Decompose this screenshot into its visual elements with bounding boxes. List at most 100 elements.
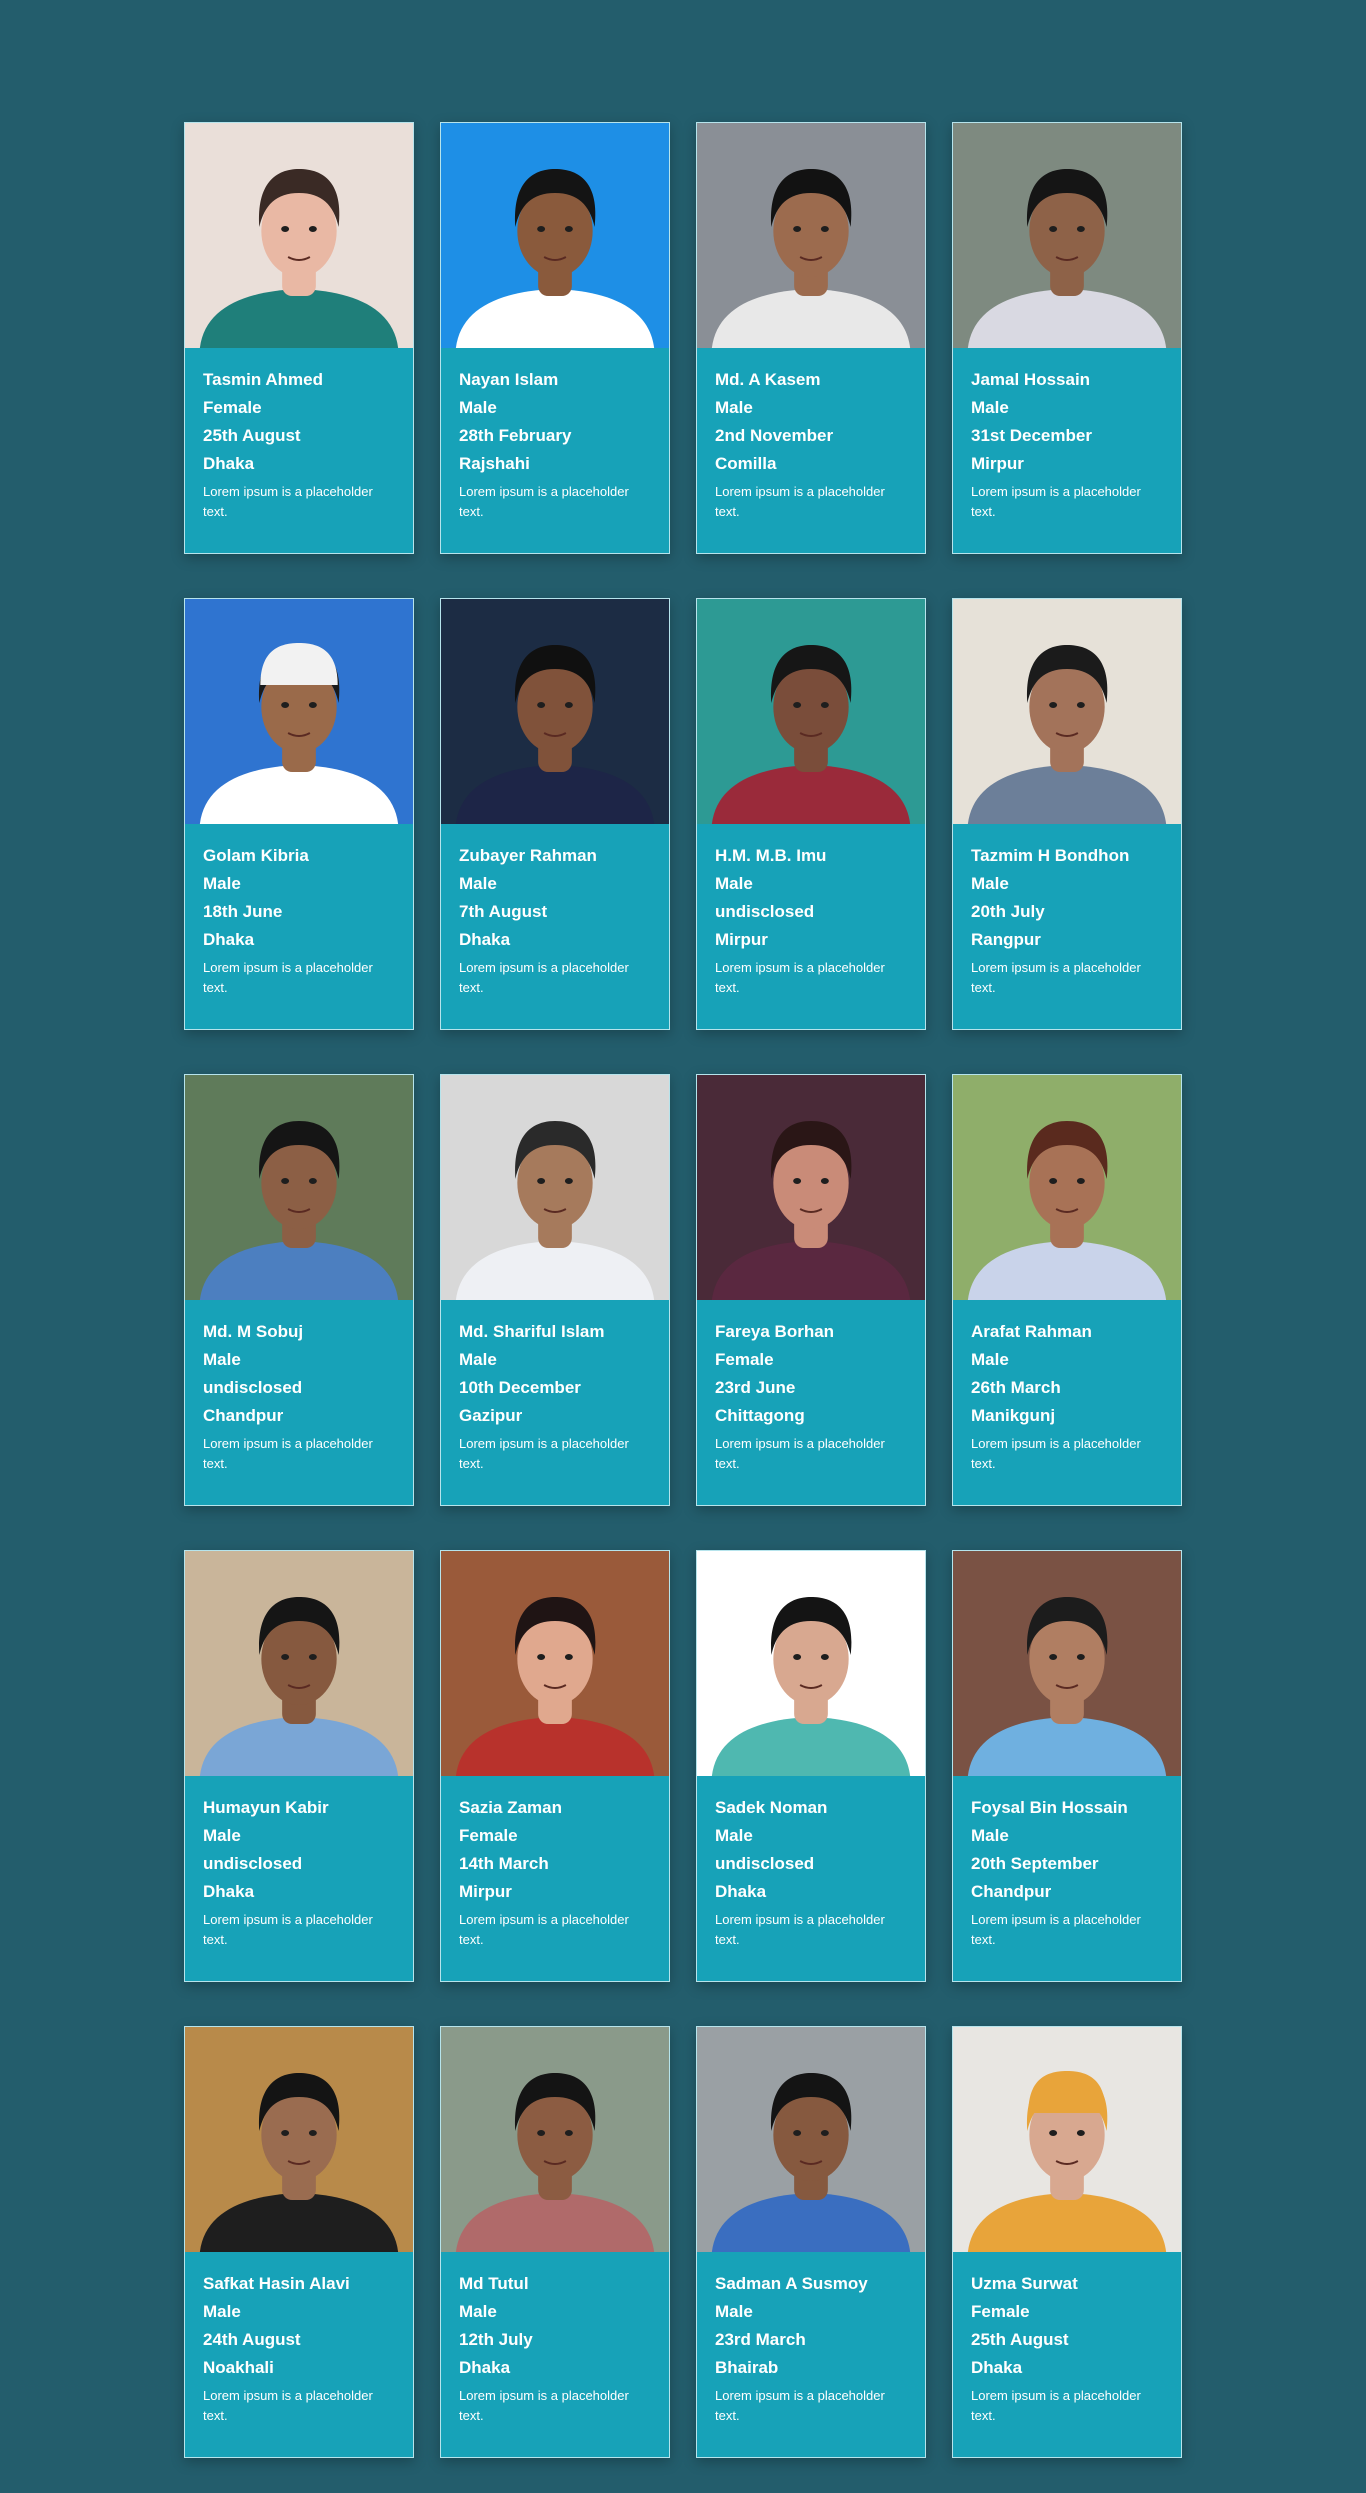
profile-name: Tasmin Ahmed bbox=[203, 370, 323, 389]
profile-photo bbox=[441, 1075, 669, 1300]
profile-gender: Male bbox=[715, 398, 753, 417]
profile-gender: Male bbox=[459, 398, 497, 417]
profile-photo bbox=[441, 123, 669, 348]
profile-gender: Male bbox=[459, 874, 497, 893]
profile-name: Tazmim H Bondhon bbox=[971, 846, 1130, 865]
profile-card[interactable]: Fareya Borhan Female 23rd June Chittagon… bbox=[696, 1074, 926, 1506]
profile-card[interactable]: Nayan Islam Male 28th February Rajshahi … bbox=[440, 122, 670, 554]
profile-birthday: 12th July bbox=[459, 2330, 533, 2349]
profile-photo bbox=[697, 123, 925, 348]
profile-card[interactable]: Jamal Hossain Male 31st December Mirpur … bbox=[952, 122, 1182, 554]
profile-card[interactable]: Uzma Surwat Female 25th August Dhaka Lor… bbox=[952, 2026, 1182, 2458]
profile-card[interactable]: Sazia Zaman Female 14th March Mirpur Lor… bbox=[440, 1550, 670, 1982]
profile-birthday: undisclosed bbox=[715, 902, 815, 921]
profile-name: Md. M Sobuj bbox=[203, 1322, 304, 1341]
profile-birthday: 28th February bbox=[459, 426, 572, 445]
profile-name: Md Tutul bbox=[459, 2274, 529, 2293]
profile-birthday: undisclosed bbox=[203, 1854, 303, 1873]
profile-city: Comilla bbox=[715, 454, 777, 473]
profile-gender: Male bbox=[971, 398, 1009, 417]
profile-city: Dhaka bbox=[203, 1882, 255, 1901]
profile-description: Lorem ipsum is a placeholder text. bbox=[971, 2388, 1141, 2423]
profile-gender: Male bbox=[971, 874, 1009, 893]
profile-name: Nayan Islam bbox=[459, 370, 559, 389]
profile-gender: Male bbox=[459, 2302, 497, 2321]
profile-card[interactable]: Tasmin Ahmed Female 25th August Dhaka Lo… bbox=[184, 122, 414, 554]
profile-card[interactable]: Tazmim H Bondhon Male 20th July Rangpur … bbox=[952, 598, 1182, 1030]
profile-name: Jamal Hossain bbox=[971, 370, 1091, 389]
profile-name: Zubayer Rahman bbox=[459, 846, 597, 865]
profile-name: Foysal Bin Hossain bbox=[971, 1798, 1128, 1817]
profile-photo bbox=[441, 2027, 669, 2252]
profile-photo bbox=[185, 123, 413, 348]
profile-birthday: 7th August bbox=[459, 902, 548, 921]
profile-city: Bhairab bbox=[715, 2358, 779, 2377]
profile-name: H.M. M.B. Imu bbox=[715, 846, 827, 865]
profile-name: Sazia Zaman bbox=[459, 1798, 562, 1817]
profile-photo bbox=[697, 2027, 925, 2252]
profile-card[interactable]: Sadek Noman Male undisclosed Dhaka Lorem… bbox=[696, 1550, 926, 1982]
profile-city: Dhaka bbox=[459, 2358, 511, 2377]
profile-card[interactable]: Md. Shariful Islam Male 10th December Ga… bbox=[440, 1074, 670, 1506]
profile-card[interactable]: Md. M Sobuj Male undisclosed Chandpur Lo… bbox=[184, 1074, 414, 1506]
profile-city: Dhaka bbox=[459, 930, 511, 949]
profile-city: Rangpur bbox=[971, 930, 1041, 949]
profile-photo bbox=[953, 599, 1181, 824]
profile-birthday: 24th August bbox=[203, 2330, 301, 2349]
profile-city: Chandpur bbox=[971, 1882, 1052, 1901]
profile-city: Dhaka bbox=[203, 930, 255, 949]
profile-description: Lorem ipsum is a placeholder text. bbox=[459, 1436, 629, 1471]
profile-card[interactable]: Md. A Kasem Male 2nd November Comilla Lo… bbox=[696, 122, 926, 554]
profile-birthday: 10th December bbox=[459, 1378, 581, 1397]
profile-description: Lorem ipsum is a placeholder text. bbox=[715, 1436, 885, 1471]
profile-description: Lorem ipsum is a placeholder text. bbox=[971, 484, 1141, 519]
profile-card[interactable]: Arafat Rahman Male 26th March Manikgunj … bbox=[952, 1074, 1182, 1506]
profile-birthday: 18th June bbox=[203, 902, 283, 921]
profile-city: Chandpur bbox=[203, 1406, 284, 1425]
profile-birthday: 25th August bbox=[971, 2330, 1069, 2349]
profile-card-grid: Tasmin Ahmed Female 25th August Dhaka Lo… bbox=[184, 122, 1182, 2458]
profile-city: Chittagong bbox=[715, 1406, 805, 1425]
profile-birthday: undisclosed bbox=[715, 1854, 815, 1873]
profile-city: Mirpur bbox=[715, 930, 768, 949]
profile-gender: Female bbox=[203, 398, 262, 417]
profile-gender: Male bbox=[203, 1350, 241, 1369]
profile-gender: Male bbox=[715, 2302, 753, 2321]
profile-card[interactable]: Zubayer Rahman Male 7th August Dhaka Lor… bbox=[440, 598, 670, 1030]
profile-gender: Male bbox=[715, 1826, 753, 1845]
profile-gender: Male bbox=[203, 2302, 241, 2321]
profile-description: Lorem ipsum is a placeholder text. bbox=[459, 1912, 629, 1947]
profile-gender: Female bbox=[459, 1826, 518, 1845]
profile-birthday: 20th July bbox=[971, 902, 1045, 921]
profile-card[interactable]: Humayun Kabir Male undisclosed Dhaka Lor… bbox=[184, 1550, 414, 1982]
profile-description: Lorem ipsum is a placeholder text. bbox=[971, 960, 1141, 995]
profile-birthday: 20th September bbox=[971, 1854, 1099, 1873]
profile-description: Lorem ipsum is a placeholder text. bbox=[715, 2388, 885, 2423]
profile-card[interactable]: Safkat Hasin Alavi Male 24th August Noak… bbox=[184, 2026, 414, 2458]
profile-name: Arafat Rahman bbox=[971, 1322, 1092, 1341]
profile-card[interactable]: Sadman A Susmoy Male 23rd March Bhairab … bbox=[696, 2026, 926, 2458]
profile-card[interactable]: Foysal Bin Hossain Male 20th September C… bbox=[952, 1550, 1182, 1982]
profile-birthday: undisclosed bbox=[203, 1378, 303, 1397]
profile-card[interactable]: H.M. M.B. Imu Male undisclosed Mirpur Lo… bbox=[696, 598, 926, 1030]
profile-description: Lorem ipsum is a placeholder text. bbox=[715, 960, 885, 995]
profile-description: Lorem ipsum is a placeholder text. bbox=[203, 1436, 373, 1471]
profile-description: Lorem ipsum is a placeholder text. bbox=[459, 484, 629, 519]
profile-birthday: 31st December bbox=[971, 426, 1092, 445]
profile-name: Sadek Noman bbox=[715, 1798, 828, 1817]
profile-birthday: 23rd March bbox=[715, 2330, 806, 2349]
profile-birthday: 25th August bbox=[203, 426, 301, 445]
profile-birthday: 14th March bbox=[459, 1854, 549, 1873]
profile-photo bbox=[697, 599, 925, 824]
profile-photo bbox=[441, 1551, 669, 1776]
profile-city: Rajshahi bbox=[459, 454, 530, 473]
profile-photo bbox=[185, 1551, 413, 1776]
profile-photo bbox=[185, 2027, 413, 2252]
profile-gender: Male bbox=[459, 1350, 497, 1369]
profile-card[interactable]: Md Tutul Male 12th July Dhaka Lorem ipsu… bbox=[440, 2026, 670, 2458]
profile-description: Lorem ipsum is a placeholder text. bbox=[203, 2388, 373, 2423]
profile-card[interactable]: Golam Kibria Male 18th June Dhaka Lorem … bbox=[184, 598, 414, 1030]
profile-photo bbox=[185, 599, 413, 824]
profile-description: Lorem ipsum is a placeholder text. bbox=[203, 960, 373, 995]
profile-photo bbox=[953, 123, 1181, 348]
